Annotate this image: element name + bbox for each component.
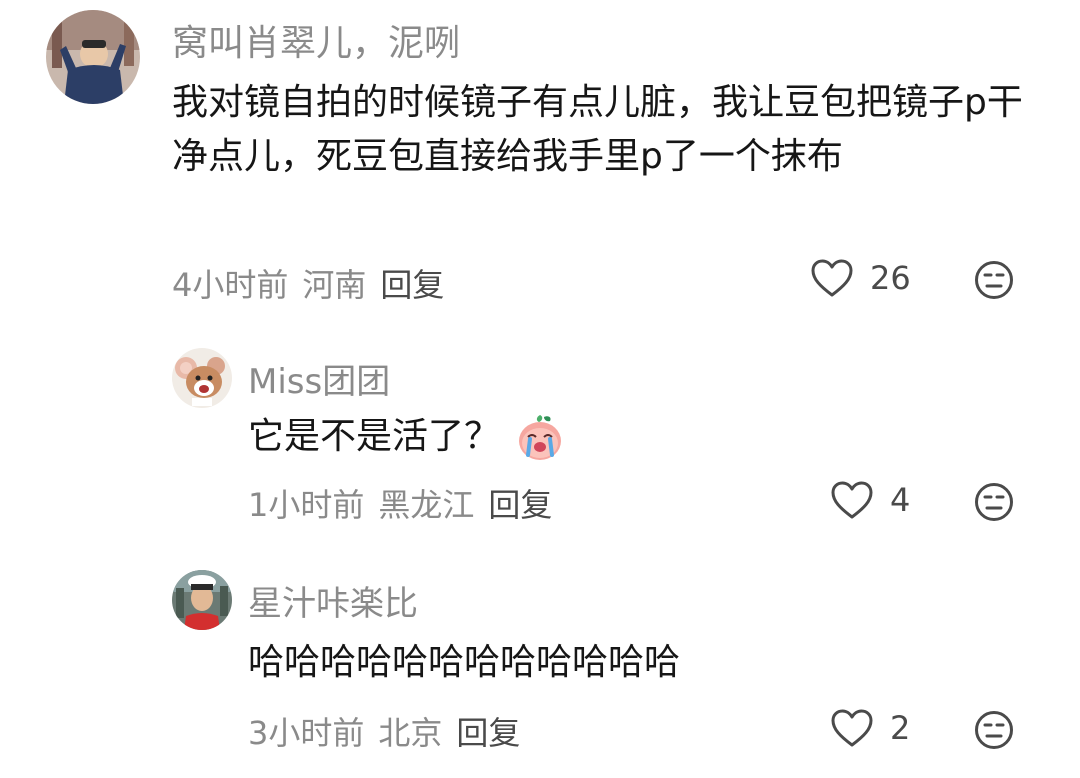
comment-meta: 3小时前 北京 回复 bbox=[248, 708, 534, 754]
comment-username[interactable]: 星汁咔楽比 bbox=[248, 576, 418, 625]
comment-text: 哈哈哈哈哈哈哈哈哈哈哈哈 bbox=[248, 642, 681, 683]
like-count: 2 bbox=[890, 709, 911, 747]
comment-time: 3小时前 bbox=[248, 714, 365, 752]
reply-item: 星汁咔楽比 哈哈哈哈哈哈哈哈哈哈哈哈 3小时前 北京 回复 2 bbox=[0, 0, 1080, 778]
comment-location: 北京 bbox=[378, 714, 443, 752]
reply-button[interactable]: 回复 bbox=[456, 714, 520, 752]
like-button[interactable]: 2 bbox=[830, 708, 910, 748]
avatar[interactable] bbox=[172, 570, 232, 630]
meh-face-icon[interactable] bbox=[974, 710, 1014, 750]
heart-outline-icon bbox=[831, 709, 873, 747]
